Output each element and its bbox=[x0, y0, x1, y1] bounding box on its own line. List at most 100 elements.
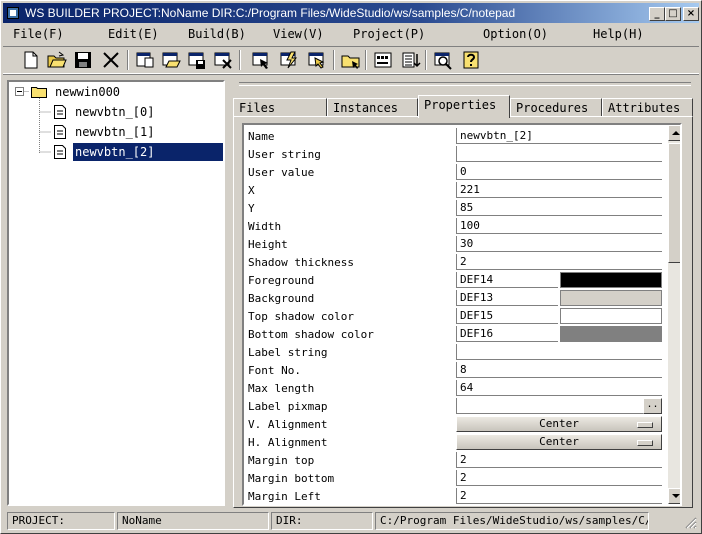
property-value-field[interactable]: 2 bbox=[456, 452, 662, 468]
property-row: Margin Left 2 bbox=[244, 487, 662, 504]
new-file-icon[interactable] bbox=[21, 50, 41, 70]
property-row: Label pixmap.. bbox=[244, 397, 662, 415]
property-value-field[interactable] bbox=[456, 398, 643, 414]
property-value-field[interactable]: DEF16 bbox=[456, 326, 558, 342]
open-window-icon[interactable] bbox=[161, 50, 181, 70]
tab-files[interactable]: Files bbox=[233, 98, 327, 117]
properties-tab-body: Name newvbtn_[2] User string User value 0 X 22… bbox=[233, 116, 693, 508]
property-row: X 221 bbox=[244, 181, 662, 199]
menu-project[interactable]: Project(P) bbox=[353, 27, 425, 41]
menu-edit[interactable]: Edit(E) bbox=[108, 27, 159, 41]
tab-attributes[interactable]: Attributes bbox=[602, 98, 693, 117]
property-row: Y 85 bbox=[244, 199, 662, 217]
option-value: Center bbox=[539, 417, 579, 430]
help-icon[interactable] bbox=[461, 50, 481, 70]
folder-icon bbox=[31, 85, 47, 98]
close-window-icon[interactable] bbox=[213, 50, 233, 70]
color-swatch[interactable] bbox=[560, 308, 662, 324]
property-label: Margin Left bbox=[248, 490, 321, 503]
maximize-button[interactable]: □ bbox=[665, 7, 681, 21]
minimize-button[interactable]: _ bbox=[649, 7, 665, 21]
toolbar-separator bbox=[127, 50, 129, 70]
property-value-field[interactable]: 100 bbox=[456, 218, 662, 234]
tree-item[interactable]: newvbtn_[1] bbox=[75, 123, 154, 141]
property-label: Foreground bbox=[248, 274, 315, 287]
build-icon[interactable] bbox=[279, 50, 299, 70]
divider bbox=[239, 82, 691, 86]
scroll-down-icon[interactable] bbox=[668, 488, 680, 504]
property-value-field[interactable]: 2 bbox=[456, 470, 662, 486]
property-value-field[interactable] bbox=[456, 344, 662, 360]
resize-grip-icon[interactable] bbox=[683, 515, 697, 529]
property-value-field[interactable]: 2 bbox=[456, 254, 662, 270]
property-value-field[interactable]: 85 bbox=[456, 200, 662, 216]
tab-instances[interactable]: Instances bbox=[327, 98, 418, 117]
property-option-menu[interactable]: Center bbox=[456, 434, 662, 450]
property-value-field[interactable]: 8 bbox=[456, 362, 662, 378]
property-label: V. Alignment bbox=[248, 418, 328, 431]
color-swatch[interactable] bbox=[560, 290, 662, 306]
property-label: Width bbox=[248, 220, 282, 233]
tree-item[interactable]: newvbtn_[0] bbox=[75, 103, 154, 121]
color-swatch[interactable] bbox=[560, 326, 662, 342]
status-project-label: PROJECT: bbox=[7, 512, 115, 530]
save-window-icon[interactable] bbox=[187, 50, 207, 70]
menu-help[interactable]: Help(H) bbox=[593, 27, 644, 41]
property-row: V. Alignment Center bbox=[244, 415, 662, 433]
color-swatch[interactable] bbox=[560, 272, 662, 288]
save-disk-icon[interactable] bbox=[73, 50, 93, 70]
property-value-field[interactable]: newvbtn_[2] bbox=[456, 128, 662, 144]
option-indicator-icon bbox=[637, 422, 653, 428]
menu-build[interactable]: Build(B) bbox=[188, 27, 246, 41]
file-icon bbox=[53, 105, 67, 119]
right-panel: Files Instances Properties Procedures At… bbox=[233, 80, 697, 508]
property-row: Name newvbtn_[2] bbox=[244, 127, 662, 145]
property-value-field[interactable]: 30 bbox=[456, 236, 662, 252]
scroll-thumb[interactable] bbox=[668, 143, 680, 263]
property-value-field[interactable]: DEF14 bbox=[456, 272, 558, 288]
menu-option[interactable]: Option(O) bbox=[483, 27, 548, 41]
file-icon bbox=[53, 125, 67, 139]
property-label: X bbox=[248, 184, 255, 197]
instance-tree[interactable]: newwin000 newvbtn_[0] newvbtn_[1] newvbt… bbox=[7, 80, 225, 506]
toolbar-separator bbox=[333, 50, 335, 70]
vertical-scrollbar[interactable] bbox=[668, 125, 680, 504]
status-bar: PROJECT: NoName DIR: C:/Program Files/Wi… bbox=[3, 511, 699, 531]
title-bar[interactable]: WS BUILDER PROJECT:NoName DIR:C:/Program… bbox=[3, 3, 699, 23]
new-window-icon[interactable] bbox=[135, 50, 155, 70]
run-icon[interactable] bbox=[307, 50, 327, 70]
property-value-field[interactable]: DEF13 bbox=[456, 290, 558, 306]
property-list[interactable]: Name newvbtn_[2] User string User value 0 X 22… bbox=[242, 123, 682, 506]
tab-properties[interactable]: Properties bbox=[418, 95, 510, 118]
list-icon[interactable] bbox=[401, 50, 421, 70]
open-folder-icon[interactable] bbox=[47, 50, 67, 70]
form-icon[interactable] bbox=[373, 50, 393, 70]
close-button[interactable]: × bbox=[683, 7, 699, 21]
tab-bar: Files Instances Properties Procedures At… bbox=[233, 95, 697, 118]
preview-icon[interactable] bbox=[433, 50, 453, 70]
select-icon[interactable] bbox=[251, 50, 271, 70]
property-label: Name bbox=[248, 130, 275, 143]
property-value-field[interactable]: 221 bbox=[456, 182, 662, 198]
menu-bar: File(F) Edit(E) Build(B) View(V) Project… bbox=[3, 24, 699, 44]
property-value-field[interactable]: DEF15 bbox=[456, 308, 558, 324]
menu-file[interactable]: File(F) bbox=[13, 27, 64, 41]
property-value-field[interactable]: 0 bbox=[456, 164, 662, 180]
property-value-field[interactable]: 2 bbox=[456, 488, 662, 504]
option-indicator-icon bbox=[637, 440, 653, 446]
property-row: Font No. 8 bbox=[244, 361, 662, 379]
toolbar-separator bbox=[425, 50, 427, 70]
menu-view[interactable]: View(V) bbox=[273, 27, 324, 41]
tree-root-label[interactable]: newwin000 bbox=[55, 83, 120, 101]
property-option-menu[interactable]: Center bbox=[456, 416, 662, 432]
scroll-up-icon[interactable] bbox=[668, 125, 680, 141]
property-value-field[interactable]: 64 bbox=[456, 380, 662, 396]
tree-item-selected[interactable]: newvbtn_[2] bbox=[73, 143, 223, 161]
folder-icon[interactable] bbox=[341, 50, 361, 70]
cut-icon[interactable] bbox=[101, 50, 121, 70]
property-label: Max length bbox=[248, 382, 315, 395]
browse-button[interactable]: .. bbox=[643, 398, 662, 414]
property-value-field[interactable] bbox=[456, 146, 662, 162]
tab-procedures[interactable]: Procedures bbox=[510, 98, 602, 117]
property-label: Y bbox=[248, 202, 255, 215]
